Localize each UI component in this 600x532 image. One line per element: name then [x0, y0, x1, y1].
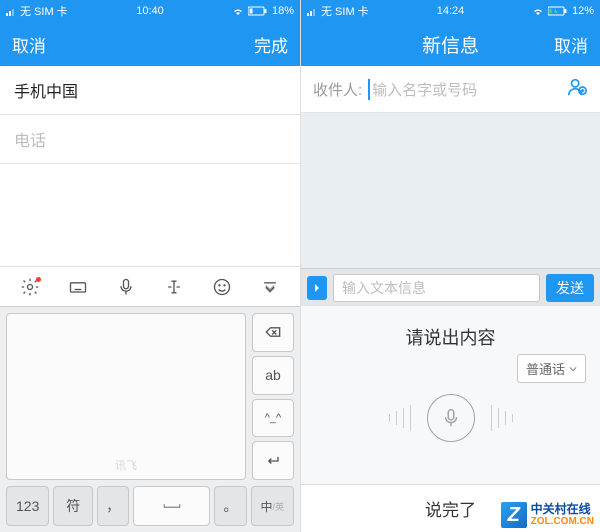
- keyboard-bottom-row: 123 符 ， 。 中/英: [0, 486, 300, 532]
- status-bar: 无 SIM 卡 10:40 18%: [0, 0, 300, 22]
- recipient-input[interactable]: 输入名字或号码: [368, 79, 560, 100]
- battery-text: 12%: [572, 5, 594, 17]
- clock-text: 10:40: [136, 5, 164, 17]
- keyboard-icon[interactable]: [62, 271, 94, 303]
- language-key[interactable]: 中/英: [251, 486, 294, 526]
- add-contact-icon[interactable]: [566, 76, 588, 102]
- expand-icon[interactable]: [307, 276, 327, 300]
- wifi-icon: [232, 6, 244, 16]
- battery-charging-icon: [548, 6, 568, 16]
- cancel-button[interactable]: 取消: [12, 32, 46, 57]
- voice-prompt-text: 请说出内容: [406, 324, 496, 350]
- microphone-icon[interactable]: [110, 271, 142, 303]
- battery-icon: [248, 6, 268, 16]
- settings-icon[interactable]: [14, 271, 46, 303]
- microphone-icon[interactable]: [427, 394, 475, 442]
- keyboard-toolbar: [0, 266, 300, 306]
- voice-waveform: [389, 394, 513, 442]
- voice-done-button[interactable]: 说完了: [301, 484, 600, 532]
- status-bar: 无 SIM 卡 14:24 12%: [301, 0, 600, 22]
- page-title: 新信息: [422, 31, 479, 58]
- number-key[interactable]: 123: [6, 486, 49, 526]
- message-body: [301, 113, 600, 268]
- collapse-icon[interactable]: [254, 271, 286, 303]
- handwriting-area[interactable]: 讯飞: [6, 313, 246, 480]
- sim-status-text: 无 SIM 卡: [20, 3, 68, 19]
- name-field[interactable]: 手机中国: [0, 66, 300, 115]
- battery-text: 18%: [272, 5, 294, 17]
- chevron-down-icon: [569, 361, 577, 376]
- done-button[interactable]: 完成: [254, 32, 288, 57]
- sim-status-text: 无 SIM 卡: [321, 3, 369, 19]
- recipient-label: 收件人:: [313, 79, 362, 100]
- language-select[interactable]: 普通话: [517, 354, 586, 383]
- send-button[interactable]: 发送: [546, 274, 594, 302]
- clock-text: 14:24: [437, 5, 465, 17]
- alpha-key[interactable]: ab: [252, 356, 294, 395]
- header: 新信息 取消: [301, 22, 600, 66]
- kaomoji-key[interactable]: ^_^: [252, 399, 294, 438]
- emoji-icon[interactable]: [206, 271, 238, 303]
- symbol-key[interactable]: 符: [53, 486, 93, 526]
- signal-icon: [307, 6, 317, 16]
- cursor-edit-icon[interactable]: [158, 271, 190, 303]
- ime-brand-text: 讯飞: [115, 457, 137, 473]
- recipient-row: 收件人: 输入名字或号码: [301, 66, 600, 113]
- wifi-icon: [532, 6, 544, 16]
- space-key[interactable]: [133, 486, 210, 526]
- enter-key[interactable]: [252, 441, 294, 480]
- backspace-key[interactable]: [252, 313, 294, 352]
- header: 取消 完成: [0, 22, 300, 66]
- screen-contact-edit: 无 SIM 卡 10:40 18% 取消 完成 手机中国 电话: [0, 0, 300, 532]
- handwriting-keyboard: 讯飞 ab ^_^: [0, 306, 300, 486]
- cancel-button[interactable]: 取消: [554, 32, 588, 57]
- signal-icon: [6, 6, 16, 16]
- message-input[interactable]: 输入文本信息: [333, 274, 540, 302]
- screen-new-message: 无 SIM 卡 14:24 12% 新信息 取消 收件人: 输入名字或号码 输入…: [300, 0, 600, 532]
- comma-key[interactable]: ，: [97, 486, 129, 526]
- message-input-bar: 输入文本信息 发送: [301, 268, 600, 306]
- period-key[interactable]: 。: [214, 486, 246, 526]
- voice-input-panel: 请说出内容 普通话 说完了: [301, 306, 600, 532]
- contact-form: 手机中国 电话: [0, 66, 300, 266]
- phone-field[interactable]: 电话: [0, 115, 300, 164]
